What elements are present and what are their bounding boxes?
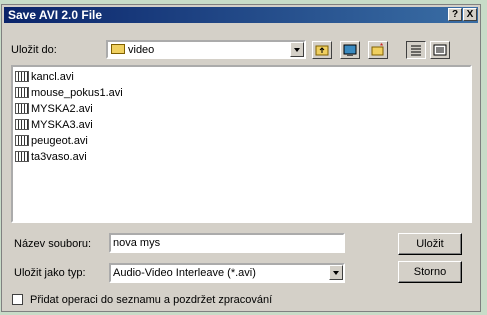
save-in-value: video	[128, 44, 155, 56]
chevron-down-icon[interactable]	[290, 42, 304, 57]
filetype-value: Audio-Video Interleave (*.avi)	[113, 267, 256, 279]
chevron-down-icon[interactable]	[329, 265, 343, 280]
screenshot-frame: Save AVI 2.0 File ? X Uložit do: video *…	[0, 0, 487, 315]
avi-file-icon	[15, 135, 29, 146]
list-view-button[interactable]	[406, 41, 426, 59]
avi-file-icon	[15, 103, 29, 114]
up-folder-button[interactable]	[312, 41, 332, 59]
save-in-label: Uložit do:	[11, 44, 57, 56]
file-name: kancl.avi	[31, 71, 74, 83]
filename-input[interactable]: nova mys	[109, 233, 345, 253]
avi-file-icon	[15, 151, 29, 162]
save-in-dropdown[interactable]: video	[106, 40, 306, 59]
up-folder-icon	[315, 45, 329, 56]
new-folder-button[interactable]: *	[368, 41, 388, 59]
new-folder-icon: *	[371, 42, 384, 56]
file-name: MYSKA2.avi	[31, 103, 93, 115]
help-button[interactable]: ?	[448, 8, 462, 21]
dialog-title: Save AVI 2.0 File	[8, 8, 103, 22]
title-bar: Save AVI 2.0 File ? X	[4, 7, 478, 23]
list-item[interactable]: ta3vaso.avi	[15, 149, 87, 165]
list-item[interactable]: peugeot.avi	[15, 133, 88, 149]
filetype-label: Uložit jako typ:	[14, 267, 86, 279]
svg-text:*: *	[380, 42, 383, 51]
file-list[interactable]: kancl.avi mouse_pokus1.avi MYSKA2.avi MY…	[11, 65, 472, 223]
queue-checkbox-label: Přidat operaci do seznamu a pozdržet zpr…	[30, 294, 273, 306]
avi-file-icon	[15, 71, 29, 82]
queue-checkbox[interactable]	[12, 294, 23, 305]
filetype-dropdown[interactable]: Audio-Video Interleave (*.avi)	[109, 263, 345, 283]
desktop-button[interactable]	[340, 41, 360, 59]
details-view-icon	[433, 44, 447, 56]
folder-icon	[111, 44, 125, 54]
details-view-button[interactable]	[430, 41, 450, 59]
filename-label: Název souboru:	[14, 238, 92, 250]
file-name: mouse_pokus1.avi	[31, 87, 123, 99]
list-item[interactable]: MYSKA3.avi	[15, 117, 93, 133]
save-button[interactable]: Uložit	[398, 233, 462, 255]
avi-file-icon	[15, 87, 29, 98]
list-item[interactable]: kancl.avi	[15, 69, 74, 85]
desktop-icon	[343, 44, 357, 56]
cancel-button[interactable]: Storno	[398, 261, 462, 283]
avi-file-icon	[15, 119, 29, 130]
list-item[interactable]: mouse_pokus1.avi	[15, 85, 123, 101]
file-name: MYSKA3.avi	[31, 119, 93, 131]
list-view-icon	[411, 45, 421, 56]
save-dialog: Save AVI 2.0 File ? X Uložit do: video *…	[1, 4, 481, 312]
close-button[interactable]: X	[463, 8, 477, 21]
file-name: peugeot.avi	[31, 135, 88, 147]
file-name: ta3vaso.avi	[31, 151, 87, 163]
list-item[interactable]: MYSKA2.avi	[15, 101, 93, 117]
